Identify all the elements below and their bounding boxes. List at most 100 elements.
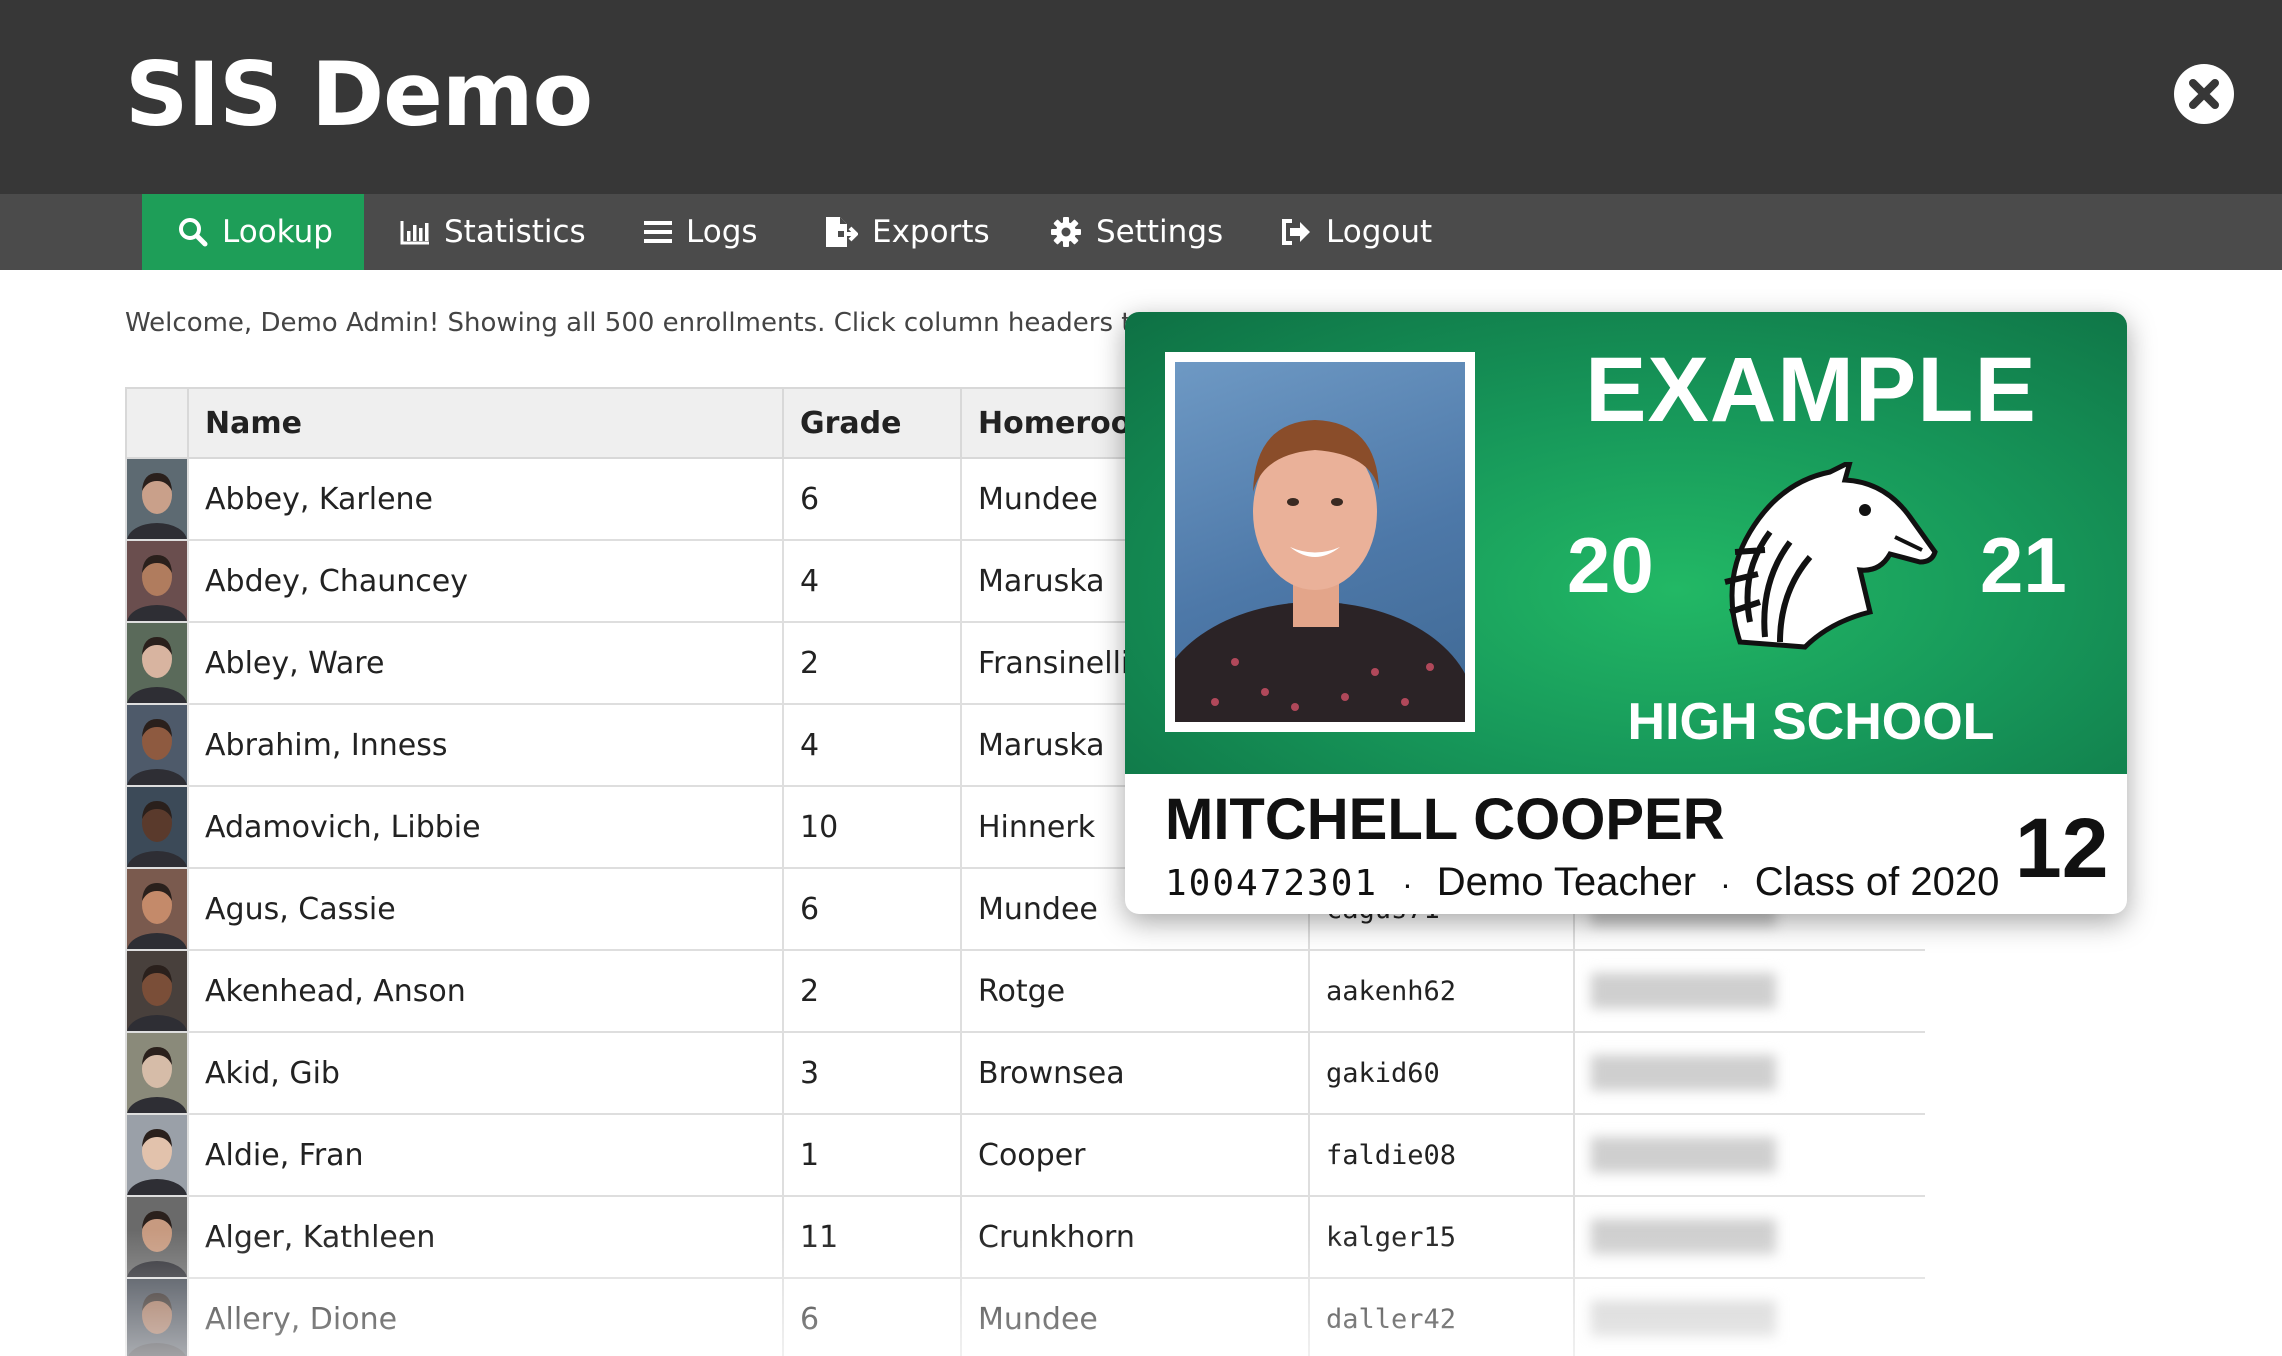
- grade-cell: 2: [782, 621, 962, 705]
- student-photo-cell: [125, 949, 189, 1033]
- grade-cell: 1: [782, 1113, 962, 1197]
- card-year-left: 20: [1567, 521, 1654, 609]
- card-banner: EXAMPLE 20 21 HIGH SCHOOL: [1125, 312, 2127, 774]
- redacted-text: ████████: [1591, 1219, 1776, 1255]
- redacted-cell: ████████: [1573, 1195, 1925, 1279]
- card-separator: ·: [1402, 866, 1413, 902]
- redacted-text: ████████: [1591, 1301, 1776, 1337]
- avatar: [128, 542, 186, 620]
- card-separator: ·: [1720, 866, 1731, 902]
- student-photo-cell: [125, 1195, 189, 1279]
- grade-cell: 3: [782, 1031, 962, 1115]
- card-student-name: MITCHELL COOPER: [1165, 787, 1725, 852]
- table-row[interactable]: Alger, Kathleen 11 Crunkhorn kalger15 ██████…: [125, 1195, 1925, 1279]
- redacted-text: ████████: [1591, 1055, 1776, 1091]
- grade-cell: 4: [782, 703, 962, 787]
- nav-logout[interactable]: Logout: [1280, 194, 1432, 270]
- nav-logs-label: Logs: [686, 214, 758, 250]
- col-header-grade[interactable]: Grade: [782, 387, 962, 459]
- card-photo-frame: [1165, 352, 1475, 732]
- name-cell: Abbey, Karlene: [187, 457, 784, 541]
- col-header-name[interactable]: Name: [187, 387, 784, 459]
- card-grade: 12: [2015, 801, 2109, 895]
- name-cell: Allery, Dione: [187, 1277, 784, 1356]
- nav-logout-label: Logout: [1326, 214, 1433, 250]
- student-photo-cell: [125, 785, 189, 869]
- card-class-of: Class of 2020: [1754, 860, 2000, 904]
- nav-logs[interactable]: Logs: [644, 194, 758, 270]
- student-photo-cell: [125, 1113, 189, 1197]
- name-cell: Akenhead, Anson: [187, 949, 784, 1033]
- student-photo-cell: [125, 1031, 189, 1115]
- sign-out-icon: [1282, 219, 1310, 245]
- student-photo-cell: [125, 867, 189, 951]
- homeroom-cell: Cooper: [960, 1113, 1310, 1197]
- card-student-id: 100472301: [1165, 863, 1379, 904]
- nav-statistics[interactable]: Statistics: [400, 194, 586, 270]
- name-cell: Abrahim, Inness: [187, 703, 784, 787]
- avatar: [128, 1280, 186, 1356]
- name-cell: Abley, Ware: [187, 621, 784, 705]
- username-cell: kalger15: [1308, 1195, 1575, 1279]
- name-cell: Agus, Cassie: [187, 867, 784, 951]
- student-portrait: [1175, 362, 1465, 722]
- grade-cell: 11: [782, 1195, 962, 1279]
- redacted-text: ████████: [1591, 1137, 1776, 1173]
- student-photo-cell: [125, 457, 189, 541]
- redacted-cell: ████████: [1573, 1113, 1925, 1197]
- welcome-message: Welcome, Demo Admin! Showing all 500 enr…: [125, 308, 1148, 338]
- nav-exports-label: Exports: [872, 214, 990, 250]
- table-row[interactable]: Akid, Gib 3 Brownsea gakid60 ████████: [125, 1031, 1925, 1115]
- avatar: [128, 788, 186, 866]
- avatar: [128, 952, 186, 1030]
- avatar: [128, 870, 186, 948]
- search-icon: [179, 218, 208, 247]
- col-header-photo[interactable]: [125, 387, 189, 459]
- student-photo-cell: [125, 539, 189, 623]
- table-row[interactable]: Akenhead, Anson 2 Rotge aakenh62 ████████: [125, 949, 1925, 1033]
- redacted-cell: ████████: [1573, 1277, 1925, 1356]
- nav-exports[interactable]: Exports: [824, 194, 990, 270]
- homeroom-cell: Crunkhorn: [960, 1195, 1310, 1279]
- table-row[interactable]: Aldie, Fran 1 Cooper faldie08 ████████: [125, 1113, 1925, 1197]
- avatar: [128, 1198, 186, 1276]
- nav-lookup-label: Lookup: [222, 214, 333, 250]
- student-photo-cell: [125, 621, 189, 705]
- grade-cell: 6: [782, 1277, 962, 1356]
- name-cell: Abdey, Chauncey: [187, 539, 784, 623]
- name-cell: Akid, Gib: [187, 1031, 784, 1115]
- portrait-image: [1175, 420, 1465, 722]
- name-cell: Adamovich, Libbie: [187, 785, 784, 869]
- avatar: [128, 624, 186, 702]
- redacted-text: ████████: [1591, 973, 1776, 1009]
- username-cell: faldie08: [1308, 1113, 1575, 1197]
- mustang-mascot-logo: [1724, 462, 1938, 650]
- student-photo-cell: [125, 703, 189, 787]
- avatar: [128, 460, 186, 538]
- close-icon: [2189, 79, 2219, 109]
- avatar: [128, 706, 186, 784]
- student-photo-cell: [125, 1277, 189, 1356]
- homeroom-cell: Mundee: [960, 1277, 1310, 1356]
- username-cell: daller42: [1308, 1277, 1575, 1356]
- avatar: [128, 1116, 186, 1194]
- grade-cell: 6: [782, 457, 962, 541]
- card-details-line: 100472301 · Demo Teacher · Class of 2020: [1165, 860, 1999, 904]
- grade-cell: 10: [782, 785, 962, 869]
- redacted-cell: ████████: [1573, 949, 1925, 1033]
- card-school-name-top: EXAMPLE: [1585, 339, 2037, 441]
- grade-cell: 2: [782, 949, 962, 1033]
- gear-icon: [1051, 217, 1081, 247]
- close-button[interactable]: [2174, 64, 2234, 124]
- card-year-right: 21: [1980, 521, 2067, 609]
- homeroom-cell: Rotge: [960, 949, 1310, 1033]
- card-teacher: Demo Teacher: [1436, 860, 1697, 904]
- card-school-name-bottom: HIGH SCHOOL: [1627, 693, 1995, 751]
- nav-lookup[interactable]: Lookup: [142, 194, 364, 270]
- nav-settings[interactable]: Settings: [1050, 194, 1223, 270]
- username-cell: aakenh62: [1308, 949, 1575, 1033]
- table-row[interactable]: Allery, Dione 6 Mundee daller42 ████████: [125, 1277, 1925, 1356]
- redacted-cell: ████████: [1573, 1031, 1925, 1115]
- file-export-icon: [826, 217, 858, 247]
- nav-settings-label: Settings: [1096, 214, 1224, 250]
